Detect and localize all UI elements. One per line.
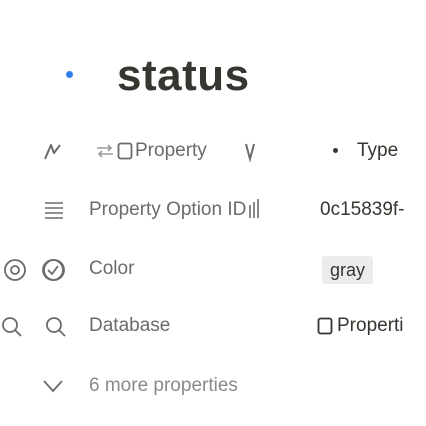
property-column-label: Property: [135, 140, 207, 161]
property-label: Property Option ID: [89, 199, 247, 220]
swap-icon: [95, 142, 115, 160]
color-tag[interactable]: gray: [322, 256, 374, 284]
property-page: status Property Type Property Option ID …: [0, 0, 426, 426]
search-icon: [44, 315, 68, 339]
property-label: Color: [89, 258, 135, 279]
more-properties-label[interactable]: 6 more properties: [89, 366, 238, 406]
title-row: status: [0, 48, 426, 104]
property-row[interactable]: Property Option ID 0c15839f-: [0, 190, 426, 230]
more-properties-row[interactable]: 6 more properties: [0, 366, 426, 406]
page-title[interactable]: status: [117, 50, 250, 102]
property-value[interactable]: 0c15839f-: [320, 190, 405, 230]
circle-check-icon: [40, 258, 66, 282]
property-label: Database: [89, 315, 171, 336]
bullet-icon: [66, 71, 73, 78]
checkbox-icon: [117, 142, 134, 161]
chevron-down-icon: [42, 379, 64, 393]
search-icon: [0, 315, 24, 339]
settings-icon: [3, 258, 27, 282]
relation-value[interactable]: Properti: [337, 306, 404, 346]
property-row[interactable]: Database Properti: [0, 306, 426, 346]
header-row: Property Type: [0, 131, 426, 171]
bullet-icon: [333, 148, 338, 153]
page-icon: [317, 317, 334, 336]
list-icon: [44, 201, 64, 219]
bars-icon: [248, 199, 262, 219]
chevron-down-icon[interactable]: [244, 142, 256, 162]
sort-icon[interactable]: [42, 141, 64, 163]
property-row[interactable]: Color gray: [0, 249, 426, 289]
type-column-label: Type: [357, 140, 399, 161]
